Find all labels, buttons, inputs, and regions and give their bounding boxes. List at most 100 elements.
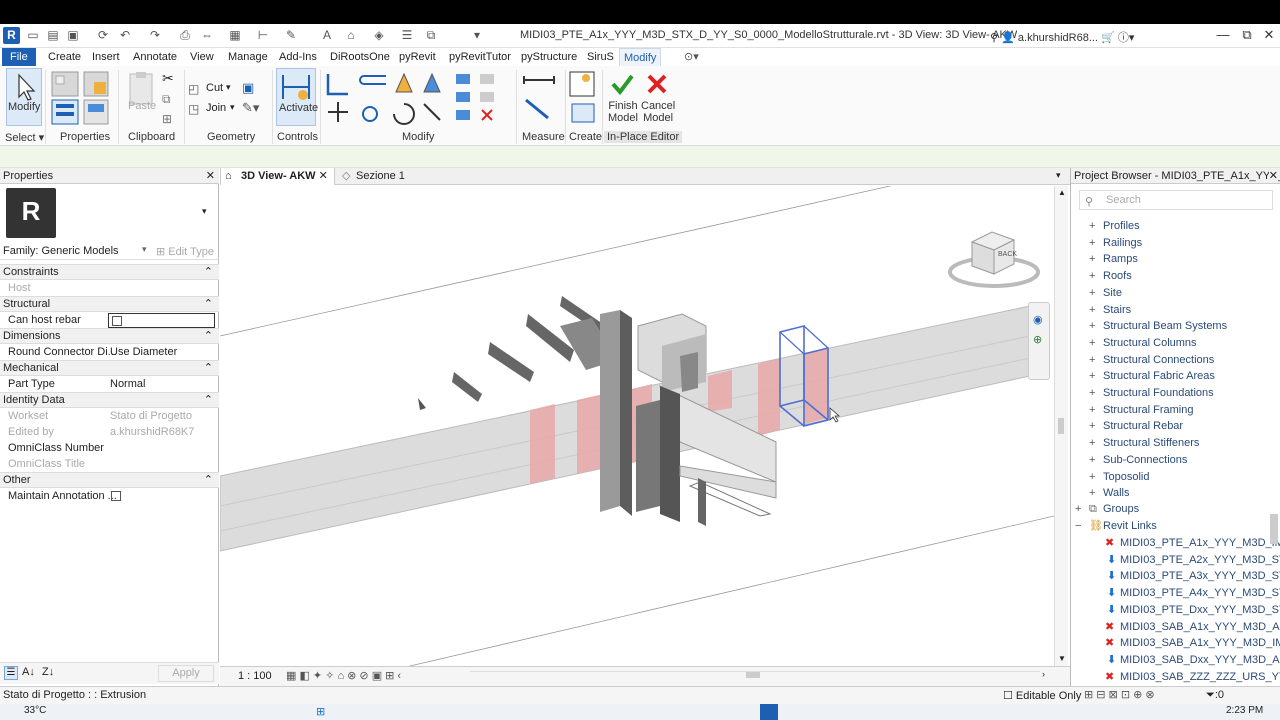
save-icon[interactable]: ▣	[66, 28, 80, 42]
tab-sirus[interactable]: SiruS	[583, 48, 618, 66]
properties-icons[interactable]	[50, 70, 112, 128]
measure-create-icons[interactable]	[520, 70, 600, 126]
filter-count[interactable]: ⏷:0	[1206, 689, 1224, 702]
browser-item[interactable]: + Structural Foundations	[1071, 385, 1271, 402]
revit-link-item[interactable]: ⬇MIDI03_PTE_A3x_YYY_M3D_STX_D	[1071, 568, 1280, 585]
modify-button[interactable]: Modify	[6, 68, 42, 126]
close-hidden-icon[interactable]: ⧉	[424, 28, 438, 42]
browser-item[interactable]: + Structural Connections	[1071, 352, 1271, 369]
viewcube[interactable]: BACK	[946, 224, 1042, 294]
revit-link-item[interactable]: ⬇MIDI03_PTE_A2x_YYY_M3D_STX_D	[1071, 552, 1280, 569]
tab-pyrevit[interactable]: pyRevit	[395, 48, 440, 66]
match-icon[interactable]: ⊞	[162, 112, 172, 126]
revit-taskbar-icon[interactable]	[760, 704, 778, 720]
tab-view[interactable]: View	[186, 48, 218, 66]
edit-type-button[interactable]: ⊞ Edit Type	[156, 245, 214, 258]
expand-icon[interactable]: +	[1089, 485, 1095, 502]
tab-insert[interactable]: Insert	[88, 48, 124, 66]
tab-pystructure[interactable]: pyStructure	[517, 48, 581, 66]
expand-icon[interactable]: +	[1089, 285, 1095, 302]
section-other[interactable]: Other ⌃	[0, 472, 219, 488]
redo-icon[interactable]: ↷	[148, 28, 162, 42]
revit-link-item[interactable]: ✖MIDI03_PTE_A1x_YYY_M3D_IME_D	[1071, 535, 1280, 552]
browser-item[interactable]: + Stairs	[1071, 302, 1271, 319]
tab-pyrevittutor[interactable]: pyRevitTutor	[445, 48, 515, 66]
prop-round-connector-value[interactable]: Use Diameter	[110, 344, 177, 360]
browser-item[interactable]: + Structural Fabric Areas	[1071, 368, 1271, 385]
expand-icon[interactable]: +	[1089, 235, 1095, 252]
browser-search-input[interactable]: Search	[1079, 190, 1273, 210]
close-icon[interactable]: ✕	[1258, 27, 1280, 43]
copy-icon[interactable]: ⧉	[162, 92, 171, 107]
browser-item[interactable]: + Profiles	[1071, 218, 1271, 235]
tab-options-icon[interactable]: ⊙▾	[680, 48, 703, 66]
browser-item[interactable]: + Structural Framing	[1071, 402, 1271, 419]
browser-item[interactable]: + Sub-Connections	[1071, 452, 1271, 469]
revit-link-item[interactable]: ⬇MIDI03_PTE_A4x_YYY_M3D_STX_D	[1071, 585, 1280, 602]
expand-icon[interactable]: +	[1089, 452, 1095, 469]
scale-selector[interactable]: 1 : 100	[238, 670, 272, 682]
selection-controls-icons[interactable]: ⊞ ⊟ ⊠ ⊡ ⊕ ⊗	[1084, 688, 1155, 701]
browser-scroll-thumb[interactable]	[1270, 514, 1278, 544]
expand-icon[interactable]: +	[1089, 368, 1095, 385]
browser-item[interactable]: + Structural Columns	[1071, 335, 1271, 352]
tab-create[interactable]: Create	[44, 48, 85, 66]
can-host-rebar-field[interactable]	[108, 313, 215, 328]
expand-icon[interactable]: +	[1089, 335, 1095, 352]
maintain-annotation-checkbox[interactable]	[111, 491, 121, 501]
thin-lines-icon[interactable]: ☰	[400, 28, 414, 42]
cope-icon[interactable]: ◰	[188, 82, 199, 96]
tab-3d-view[interactable]: ⌂ 3D View- AKW ✕	[220, 168, 335, 185]
type-selector-dropdown[interactable]: ▾	[202, 206, 207, 217]
user-account[interactable]: ⚲ 👤 a.khurshidR68... 🛒 ⓘ▾	[990, 29, 1134, 45]
undo-icon[interactable]: ↶	[118, 28, 132, 42]
browser-item[interactable]: + Site	[1071, 285, 1271, 302]
text-icon[interactable]: A	[320, 28, 334, 42]
join-button[interactable]: Join	[206, 102, 226, 114]
panel-select[interactable]: Select ▾	[5, 131, 44, 144]
zoom-icon[interactable]: ⊕	[1033, 333, 1042, 346]
activate-button[interactable]: Activate	[276, 68, 318, 126]
revit-link-item[interactable]: ✖MIDI03_SAB_ZZZ_ZZZ_URS_YYY_	[1071, 669, 1280, 686]
start-icon[interactable]: ⊞	[316, 705, 325, 718]
close-icon[interactable]: ✕	[1268, 168, 1278, 183]
folder-icon[interactable]: ▤	[46, 28, 60, 42]
home-3d-icon[interactable]: ⌂	[344, 28, 358, 42]
expand-icon[interactable]: +	[1089, 435, 1095, 452]
revit-logo[interactable]: R	[3, 27, 20, 44]
categorized-icon[interactable]: ☰	[4, 666, 18, 680]
section-constraints[interactable]: Constraints ⌃	[0, 264, 219, 280]
finish-check-icon[interactable]	[610, 72, 634, 96]
editable-only-toggle[interactable]: ☐ Editable Only	[1003, 689, 1081, 702]
cancel-x-icon[interactable]	[645, 72, 669, 96]
browser-item[interactable]: + Roofs	[1071, 268, 1271, 285]
section-structural[interactable]: Structural ⌃	[0, 296, 219, 312]
browser-item[interactable]: + Railings	[1071, 235, 1271, 252]
help-icon[interactable]: ⓘ▾	[1118, 32, 1135, 44]
open-icon[interactable]: ▭	[26, 28, 40, 42]
section-identity-data[interactable]: Identity Data ⌃	[0, 392, 219, 408]
expand-icon[interactable]: +	[1089, 385, 1095, 402]
prop-part-type-value[interactable]: Normal	[110, 376, 145, 392]
family-dropdown-icon[interactable]: ▾	[142, 244, 147, 255]
minimize-icon[interactable]: —	[1212, 27, 1234, 43]
viewport-horizontal-scrollbar[interactable]	[470, 671, 1040, 681]
cancel-model-label[interactable]: Cancel Model	[641, 100, 675, 124]
restore-icon[interactable]: ⧉	[1236, 27, 1258, 43]
cart-icon[interactable]: 🛒	[1101, 32, 1118, 44]
revit-link-item[interactable]: ⬇MIDI03_PTE_Dxx_YYY_M3D_STX_D	[1071, 602, 1280, 619]
section-icon[interactable]: ◈	[372, 28, 386, 42]
close-icon[interactable]: ✕	[206, 168, 215, 184]
print-icon[interactable]: ⎙	[178, 28, 192, 42]
section-dimensions[interactable]: Dimensions ⌃	[0, 328, 219, 344]
tab-modify[interactable]: Modify	[619, 48, 662, 66]
tab-add-ins[interactable]: Add-Ins	[275, 48, 321, 66]
modify-quick-icon[interactable]: ▦	[228, 28, 242, 42]
3d-viewport[interactable]: BACK ◉ ⊕	[220, 186, 1054, 666]
tab-sezione[interactable]: ◇ Sezione 1	[336, 168, 411, 185]
paint-icon[interactable]: ✎▾	[242, 100, 259, 116]
wall-joins-icon[interactable]: ▣	[242, 80, 254, 96]
join-icon[interactable]: ◳	[188, 102, 199, 116]
sort-az-icon[interactable]: A↓	[22, 666, 35, 678]
can-host-rebar-checkbox[interactable]	[112, 316, 122, 326]
